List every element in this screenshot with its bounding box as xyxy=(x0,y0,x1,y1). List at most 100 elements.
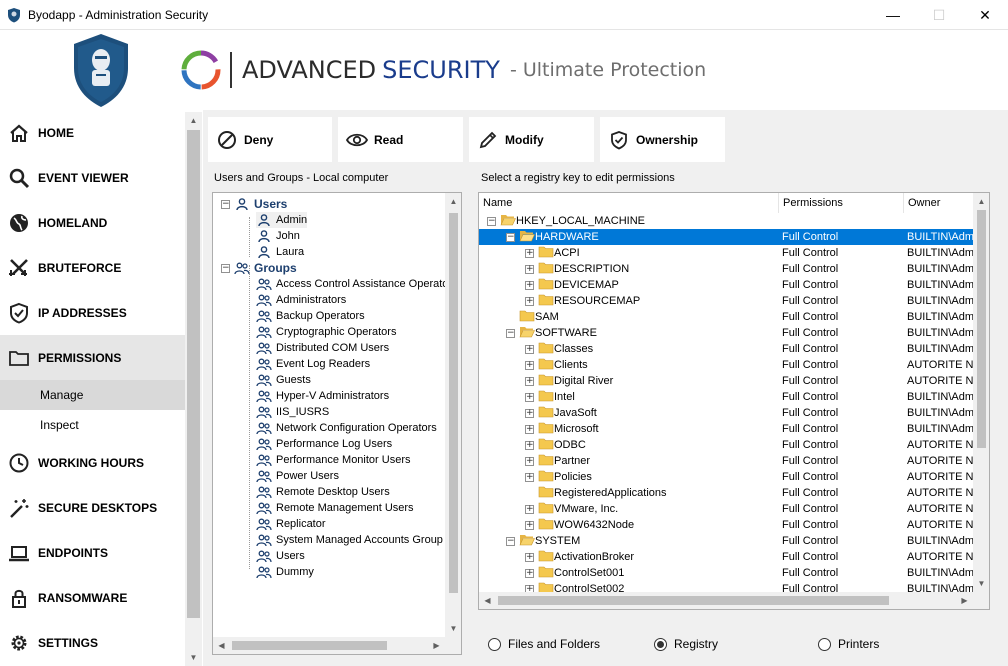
registry-row[interactable]: + Partner Full Control AUTORITE NT\Système xyxy=(479,453,973,469)
deny-button[interactable]: Deny xyxy=(208,117,332,162)
expand-icon[interactable]: + xyxy=(525,456,534,466)
registry-row[interactable]: + Intel Full Control BUILTIN\Administrators xyxy=(479,389,973,405)
scrollbar-thumb[interactable] xyxy=(232,641,387,650)
tree-node-users[interactable]: − Users xyxy=(221,196,287,212)
sidebar-item-homeland[interactable]: HOMELAND xyxy=(0,200,185,245)
radio-circle[interactable] xyxy=(488,637,501,651)
tree-group-item[interactable]: Access Control Assistance Operators xyxy=(256,276,458,292)
column-header-name[interactable]: Name xyxy=(479,193,779,213)
registry-row[interactable]: + ControlSet002 Full Control BUILTIN\Admini… xyxy=(479,581,973,592)
scroll-up-arrow-icon[interactable]: ▲ xyxy=(445,193,461,210)
tree-group-item[interactable]: Remote Management Users xyxy=(256,500,414,516)
radio-circle[interactable] xyxy=(654,637,667,651)
ownership-button[interactable]: Ownership xyxy=(600,117,725,162)
tree-group-item[interactable]: Event Log Readers xyxy=(256,356,370,372)
sidebar-item-endpoints[interactable]: ENDPOINTS xyxy=(0,530,185,575)
registry-row[interactable]: RegisteredApplications Full Control AUTORI… xyxy=(479,485,973,501)
tree-group-item[interactable]: Performance Monitor Users xyxy=(256,452,411,468)
radio-registry[interactable]: Registry xyxy=(654,637,718,651)
close-button[interactable]: ✕ xyxy=(962,0,1008,30)
tree-group-item[interactable]: Dummy xyxy=(256,564,314,580)
registry-row[interactable]: − SOFTWARE Full Control BUILTIN\Administrat… xyxy=(479,325,973,341)
collapse-icon[interactable]: − xyxy=(487,216,496,226)
minimize-button[interactable]: — xyxy=(870,0,916,30)
tree-user-item[interactable]: John xyxy=(256,228,300,244)
scroll-down-arrow-icon[interactable]: ▼ xyxy=(185,649,202,666)
registry-hscrollbar[interactable]: ◀ ▶ xyxy=(479,592,973,609)
registry-row[interactable]: + DEVICEMAP Full Control BUILTIN\Administra… xyxy=(479,277,973,293)
tree-group-item[interactable]: Distributed COM Users xyxy=(256,340,389,356)
sidebar-item-secure-desktops[interactable]: SECURE DESKTOPS xyxy=(0,485,185,530)
scroll-up-arrow-icon[interactable]: ▲ xyxy=(185,112,202,129)
registry-row[interactable]: − HARDWARE Full Control BUILTIN\Administrat… xyxy=(479,229,973,245)
registry-row[interactable]: + WOW6432Node Full Control AUTORITE NT\Syst… xyxy=(479,517,973,533)
sidebar-scrollbar[interactable]: ▲ ▼ xyxy=(185,112,202,666)
modify-button[interactable]: Modify xyxy=(469,117,594,162)
scrollbar-thumb[interactable] xyxy=(187,130,200,618)
registry-row[interactable]: − SYSTEM Full Control BUILTIN\Administrator… xyxy=(479,533,973,549)
scroll-right-arrow-icon[interactable]: ▶ xyxy=(428,637,445,654)
sidebar-item-working-hours[interactable]: WORKING HOURS xyxy=(0,440,185,485)
collapse-icon[interactable]: − xyxy=(506,328,515,338)
scroll-down-arrow-icon[interactable]: ▼ xyxy=(973,575,989,592)
sidebar-subitem-inspect[interactable]: Inspect xyxy=(0,410,185,440)
registry-row[interactable]: + Microsoft Full Control BUILTIN\Administra… xyxy=(479,421,973,437)
expand-icon[interactable]: + xyxy=(525,520,534,530)
tree-group-item[interactable]: Remote Desktop Users xyxy=(256,484,390,500)
scrollbar-thumb[interactable] xyxy=(977,210,986,448)
scroll-left-arrow-icon[interactable]: ◀ xyxy=(213,637,230,654)
registry-row[interactable]: + Policies Full Control AUTORITE NT\Système xyxy=(479,469,973,485)
expand-icon[interactable]: + xyxy=(525,472,534,482)
registry-row[interactable]: + DESCRIPTION Full Control BUILTIN\Administ… xyxy=(479,261,973,277)
tree-node-groups[interactable]: − Groups xyxy=(221,260,297,276)
registry-row[interactable]: + ControlSet001 Full Control BUILTIN\Admini… xyxy=(479,565,973,581)
tree-group-item[interactable]: Administrators xyxy=(256,292,346,308)
expand-icon[interactable]: + xyxy=(525,568,534,578)
registry-row[interactable]: + JavaSoft Full Control BUILTIN\Administrat… xyxy=(479,405,973,421)
tree-group-item[interactable]: System Managed Accounts Group xyxy=(256,532,443,548)
collapse-icon[interactable]: − xyxy=(506,232,515,242)
sidebar-item-ransomware[interactable]: RANSOMWARE xyxy=(0,575,185,620)
expand-icon[interactable]: + xyxy=(525,360,534,370)
radio-files-and-folders[interactable]: Files and Folders xyxy=(488,637,600,651)
expand-icon[interactable]: + xyxy=(525,296,534,306)
radio-printers[interactable]: Printers xyxy=(818,637,879,651)
tree-group-item[interactable]: Replicator xyxy=(256,516,326,532)
expand-icon[interactable]: + xyxy=(525,584,534,592)
expand-icon[interactable]: + xyxy=(525,504,534,514)
tree-user-item[interactable]: Laura xyxy=(256,244,304,260)
tree-group-item[interactable]: Hyper-V Administrators xyxy=(256,388,389,404)
scrollbar-thumb[interactable] xyxy=(449,213,458,593)
expand-icon[interactable]: + xyxy=(525,408,534,418)
column-header-owner[interactable]: Owner xyxy=(904,193,974,213)
registry-tree-list[interactable]: Name Permissions Owner − HKEY_LOCAL_MACHI… xyxy=(478,192,990,610)
registry-row[interactable]: + ACPI Full Control BUILTIN\Administrators xyxy=(479,245,973,261)
maximize-button[interactable]: ☐ xyxy=(916,0,962,30)
tree-group-item[interactable]: Cryptographic Operators xyxy=(256,324,396,340)
registry-row[interactable]: + ActivationBroker Full Control AUTORITE NT… xyxy=(479,549,973,565)
scroll-up-arrow-icon[interactable]: ▲ xyxy=(973,193,989,210)
tree-group-item[interactable]: Guests xyxy=(256,372,311,388)
scroll-down-arrow-icon[interactable]: ▼ xyxy=(445,620,461,637)
sidebar-item-ip-addresses[interactable]: IP ADDRESSES xyxy=(0,290,185,335)
expand-icon[interactable]: + xyxy=(525,264,534,274)
collapse-icon[interactable]: − xyxy=(221,263,230,273)
tree-group-item[interactable]: IIS_IUSRS xyxy=(256,404,329,420)
registry-row[interactable]: + RESOURCEMAP Full Control BUILTIN\Administ… xyxy=(479,293,973,309)
sidebar-subitem-manage[interactable]: Manage xyxy=(0,380,185,410)
scrollbar-thumb[interactable] xyxy=(498,596,889,605)
registry-row[interactable]: + Clients Full Control AUTORITE NT\Système xyxy=(479,357,973,373)
scroll-right-arrow-icon[interactable]: ▶ xyxy=(956,592,973,609)
tree-group-item[interactable]: Performance Log Users xyxy=(256,436,392,452)
sidebar-item-home[interactable]: HOME xyxy=(0,110,185,155)
expand-icon[interactable]: + xyxy=(525,376,534,386)
tree-group-item[interactable]: Power Users xyxy=(256,468,339,484)
registry-vscrollbar[interactable]: ▲ ▼ xyxy=(973,193,989,592)
expand-icon[interactable]: + xyxy=(525,280,534,290)
expand-icon[interactable]: + xyxy=(525,248,534,258)
read-button[interactable]: Read xyxy=(338,117,463,162)
users-tree-hscrollbar[interactable]: ◀ ▶ xyxy=(213,637,445,654)
sidebar-item-permissions[interactable]: PERMISSIONS xyxy=(0,335,185,380)
registry-row[interactable]: SAM Full Control BUILTIN\Administrators xyxy=(479,309,973,325)
registry-row[interactable]: + Classes Full Control BUILTIN\Administrato… xyxy=(479,341,973,357)
